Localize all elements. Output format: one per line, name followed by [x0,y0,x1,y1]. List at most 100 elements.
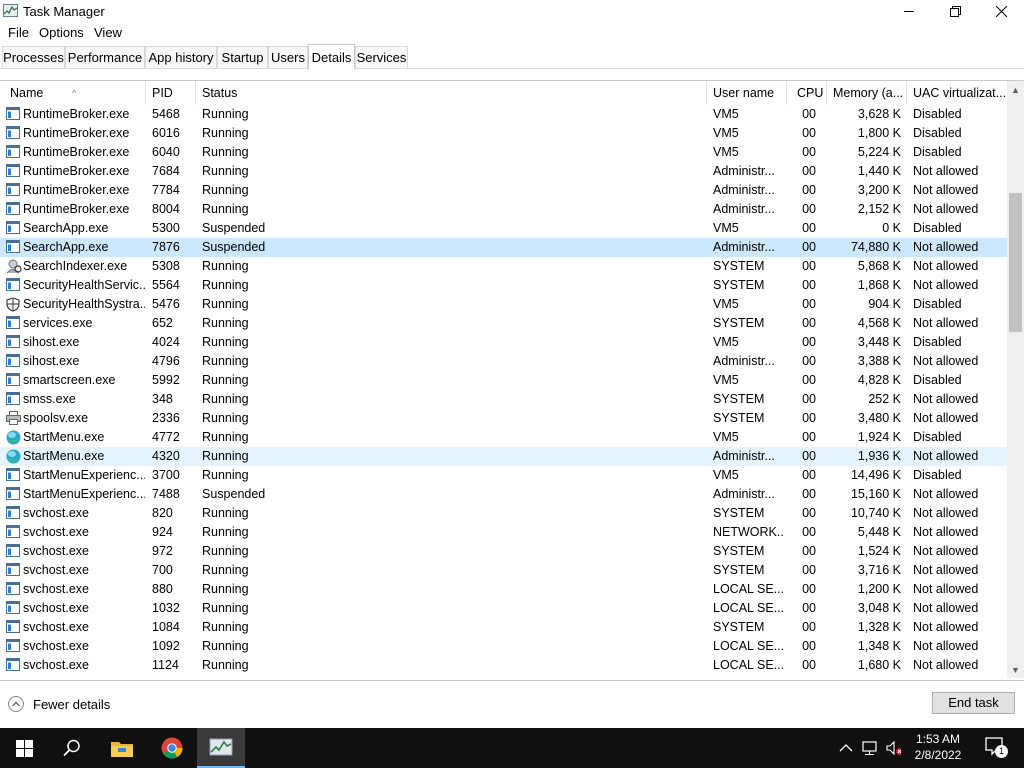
table-row[interactable]: SearchApp.exe 5300 Suspended VM5 00 0 K Disabl… [0,219,1008,238]
process-status: Running [202,335,249,349]
process-name: svchost.exe [23,582,90,596]
menu-bar: File Options View [0,23,1024,42]
table-row[interactable]: SecurityHealthServic... 5564 Running SYSTEM… [0,276,1008,295]
table-row[interactable]: svchost.exe 924 Running NETWORK... 00 5,448 K… [0,523,1008,542]
process-user: SYSTEM [713,316,765,330]
menu-view[interactable]: View [94,25,122,40]
table-row[interactable]: smss.exe 348 Running SYSTEM 00 252 K Not allow… [0,390,1008,409]
process-name: RuntimeBroker.exe [23,183,130,197]
table-row[interactable]: RuntimeBroker.exe 6040 Running VM5 00 5,224 K… [0,143,1008,162]
process-user: SYSTEM [713,544,765,558]
table-row[interactable]: StartMenuExperienc... 7488 Suspended Admini… [0,485,1008,504]
table-row[interactable]: svchost.exe 880 Running LOCAL SE... 00 1,200 … [0,580,1008,599]
process-memory: 3,716 K [857,563,901,577]
process-memory: 1,348 K [857,639,901,653]
column-header-name[interactable]: Name ^ [4,81,146,105]
process-name: SecurityHealthServic... [23,278,145,292]
taskbar-chrome[interactable] [148,728,196,768]
column-header-user-name[interactable]: User name [707,81,787,105]
table-row[interactable]: spoolsv.exe 2336 Running SYSTEM 00 3,480 K Not… [0,409,1008,428]
process-status: Running [202,544,249,558]
table-row[interactable]: RuntimeBroker.exe 5468 Running VM5 00 3,628 K… [0,105,1008,124]
scroll-up-arrow-icon[interactable]: ▲ [1007,81,1024,98]
table-row[interactable]: smartscreen.exe 5992 Running VM5 00 4,828 K Di… [0,371,1008,390]
process-status: Running [202,449,249,463]
table-row[interactable]: StartMenu.exe 4320 Running Administr... 00 1,… [0,447,1008,466]
taskbar-clock[interactable]: 1:53 AM 2/8/2022 [908,731,968,763]
start-button[interactable] [0,728,48,768]
scroll-thumb[interactable] [1009,193,1022,332]
sort-ascending-icon: ^ [72,88,77,98]
restore-button[interactable] [932,0,978,22]
tab-bar: Processes Performance App history Startu… [0,44,1024,69]
table-row[interactable]: sihost.exe 4024 Running VM5 00 3,448 K Disable… [0,333,1008,352]
table-row[interactable]: svchost.exe 700 Running SYSTEM 00 3,716 K Not … [0,561,1008,580]
tab-app-history[interactable]: App history [145,46,217,68]
column-header-status[interactable]: Status [196,81,707,105]
table-row[interactable]: StartMenu.exe 4772 Running VM5 00 1,924 K Disa… [0,428,1008,447]
end-task-button[interactable]: End task [932,692,1015,714]
process-uac: Not allowed [913,620,979,634]
process-cpu: 00 [802,411,816,425]
table-row[interactable]: RuntimeBroker.exe 6016 Running VM5 00 1,800 K… [0,124,1008,143]
column-header-pid[interactable]: PID [146,81,196,105]
vertical-scrollbar[interactable]: ▲ ▼ [1007,81,1024,678]
column-header-memory[interactable]: Memory (a... [827,81,907,105]
tab-users[interactable]: Users [268,46,308,68]
fewer-details-toggle[interactable]: Fewer details [8,694,110,714]
column-header-cpu[interactable]: CPU [787,81,827,105]
taskbar-task-manager[interactable] [197,728,245,768]
close-button[interactable] [978,0,1024,22]
taskbar-search-button[interactable] [48,728,96,768]
process-uac: Not allowed [913,506,979,520]
table-row[interactable]: svchost.exe 1124 Running LOCAL SE... 00 1,680… [0,656,1008,675]
table-row[interactable]: sihost.exe 4796 Running Administr... 00 3,388… [0,352,1008,371]
process-user: SYSTEM [713,392,765,406]
process-pid: 1124 [152,658,179,672]
process-user: Administr... [713,202,775,216]
menu-file[interactable]: File [8,25,29,40]
table-row[interactable]: SearchApp.exe 7876 Suspended Administr... 00… [0,238,1008,257]
action-center-button[interactable]: 1 [980,736,1010,760]
process-user: SYSTEM [713,620,765,634]
search-icon [63,739,80,757]
tab-startup[interactable]: Startup [217,46,268,68]
process-memory: 904 K [868,297,901,311]
tab-services[interactable]: Services [355,46,408,68]
taskbar-file-explorer[interactable] [98,728,146,768]
table-row[interactable]: svchost.exe 1084 Running SYSTEM 00 1,328 K Not… [0,618,1008,637]
table-row[interactable]: RuntimeBroker.exe 7684 Running Administr...… [0,162,1008,181]
menu-options[interactable]: Options [39,25,84,40]
table-row[interactable]: StartMenuExperienc... 3700 Running VM5 00 14,… [0,466,1008,485]
table-row[interactable]: RuntimeBroker.exe 7784 Running Administr...… [0,181,1008,200]
show-hidden-icons-chevron-icon[interactable] [838,740,854,756]
tab-details[interactable]: Details [308,44,355,69]
network-icon[interactable] [862,740,878,756]
scroll-down-arrow-icon[interactable]: ▼ [1007,661,1024,678]
process-cpu: 00 [802,335,816,349]
tab-performance[interactable]: Performance [65,46,145,68]
process-status: Running [202,354,249,368]
table-row[interactable]: svchost.exe 972 Running SYSTEM 00 1,524 K Not … [0,542,1008,561]
tab-processes[interactable]: Processes [2,46,65,68]
process-pid: 4024 [152,335,180,349]
volume-muted-icon[interactable] [885,740,901,756]
table-row[interactable]: svchost.exe 1032 Running LOCAL SE... 00 3,048… [0,599,1008,618]
table-row[interactable]: SearchIndexer.exe 5308 Running SYSTEM 00 5,86… [0,257,1008,276]
table-row[interactable]: svchost.exe 1092 Running LOCAL SE... 00 1,348… [0,637,1008,656]
app-window-icon [6,487,20,500]
process-memory: 5,224 K [857,145,901,159]
column-header-uac[interactable]: UAC virtualizat... [907,81,1007,105]
table-row[interactable]: RuntimeBroker.exe 8004 Running Administr...… [0,200,1008,219]
process-user: VM5 [713,373,739,387]
minimize-button[interactable] [886,0,932,22]
process-cpu: 00 [802,316,816,330]
process-memory: 3,448 K [857,335,901,349]
table-row[interactable]: svchost.exe 820 Running SYSTEM 00 10,740 K Not… [0,504,1008,523]
table-row[interactable]: services.exe 652 Running SYSTEM 00 4,568 K Not… [0,314,1008,333]
process-pid: 8004 [152,202,180,216]
process-name: sihost.exe [23,335,80,349]
table-row[interactable]: SecurityHealthSystra... 5476 Running VM5 00 9… [0,295,1008,314]
process-name: svchost.exe [23,544,90,558]
process-memory: 1,680 K [857,658,901,672]
